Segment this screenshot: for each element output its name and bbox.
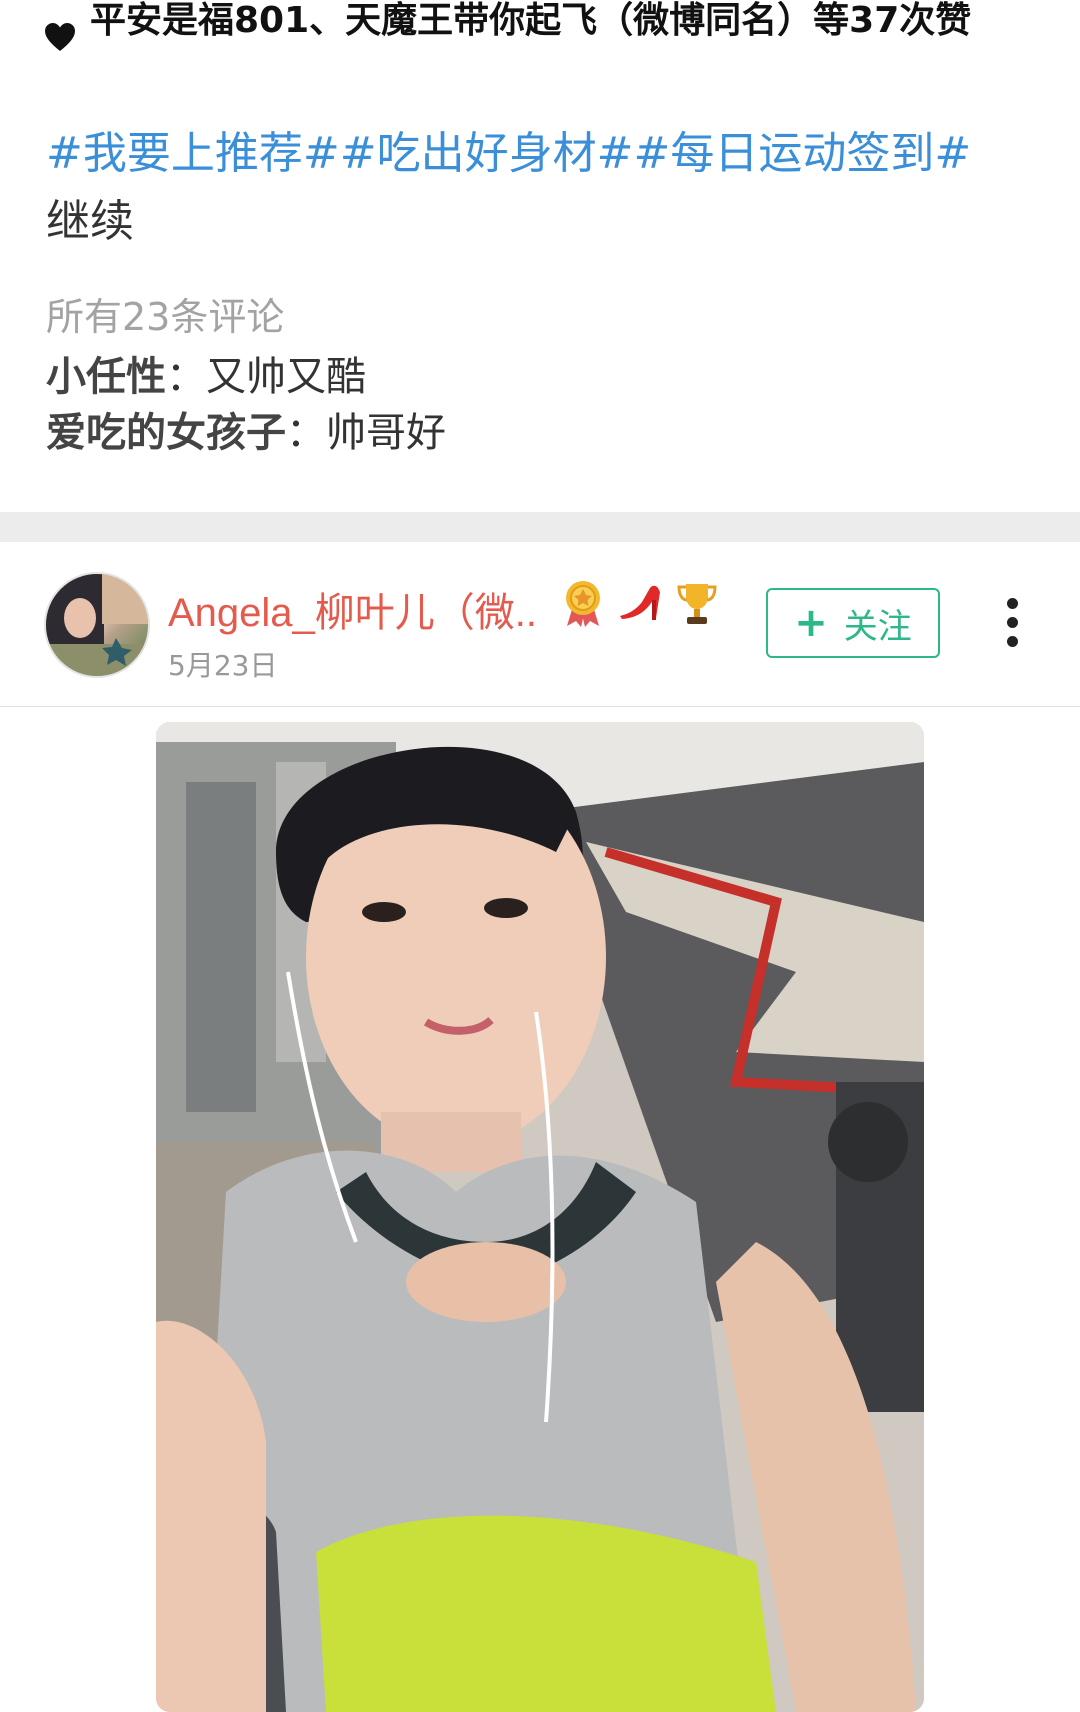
header-divider [0, 706, 1080, 707]
read-more-link[interactable]: 继续 [46, 188, 1046, 256]
section-divider [0, 512, 1080, 542]
likes-text: 平安是福801、天魔王带你起飞（微博同名）等37次赞 [90, 0, 972, 41]
comment-separator: ： [166, 354, 206, 400]
comment-author[interactable]: 小任性 [46, 354, 166, 400]
follow-button[interactable]: + 关注 [766, 588, 940, 658]
avatar-image [46, 574, 148, 676]
hashtag-recommend[interactable]: #我要上推荐# [46, 128, 340, 179]
plus-icon: + [794, 600, 828, 646]
post-photo[interactable] [156, 722, 924, 1712]
avatar[interactable] [44, 572, 150, 678]
trophy-icon [677, 584, 717, 624]
comment-text: 又帅又酷 [206, 354, 366, 400]
comment-item[interactable]: 爱吃的女孩子：帅哥好 [46, 400, 446, 458]
comment-text: 帅哥好 [326, 410, 446, 456]
follow-label: 关注 [843, 606, 912, 647]
post-text: #我要上推荐##吃出好身材##每日运动签到# 继续 [46, 120, 1046, 256]
medal-icon [566, 581, 600, 627]
heart-icon [45, 23, 75, 51]
username[interactable]: Angela_柳叶儿（微.. [168, 580, 537, 638]
hashtag-daily-checkin[interactable]: #每日运动签到# [633, 128, 971, 179]
post-date: 5月23日 [168, 649, 278, 682]
comment-item[interactable]: 小任性：又帅又酷 [46, 344, 366, 402]
comment-separator: ： [286, 410, 326, 456]
all-comments-link[interactable]: 所有23条评论 [46, 286, 284, 341]
gym-selfie-image [156, 722, 924, 1712]
hashtag-good-figure[interactable]: #吃出好身材# [340, 128, 634, 179]
high-heel-icon [620, 585, 660, 620]
comment-author[interactable]: 爱吃的女孩子 [46, 410, 286, 456]
likes-row[interactable]: 平安是福801、天魔王带你起飞（微博同名）等37次赞 [0, 0, 1080, 88]
more-options-icon[interactable] [1000, 598, 1024, 654]
